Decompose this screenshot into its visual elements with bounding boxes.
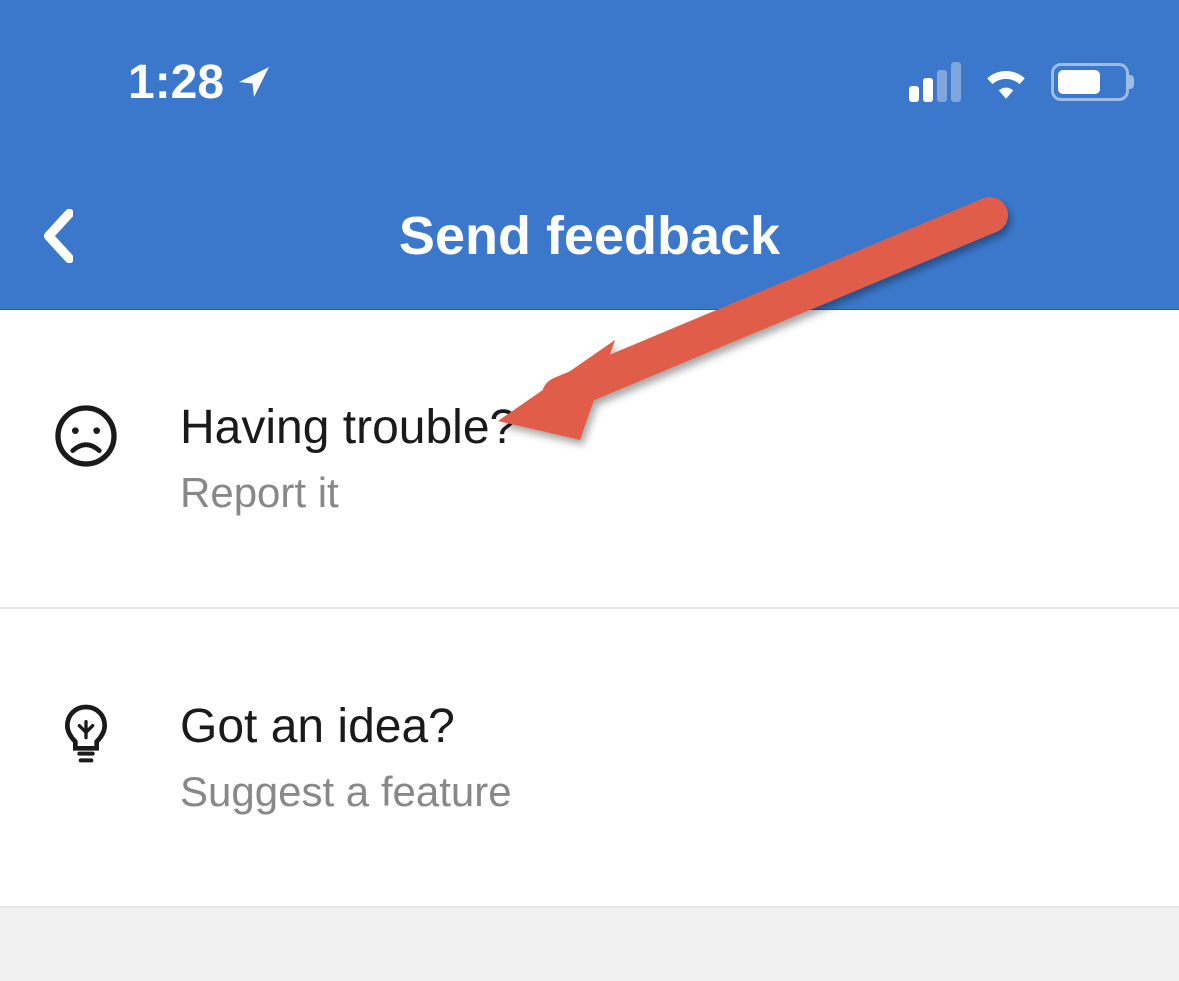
location-arrow-icon [236,64,272,100]
wifi-icon [981,61,1031,104]
back-button[interactable] [38,201,78,271]
page-title: Send feedback [399,205,780,267]
status-bar: 1:28 [0,62,1179,102]
status-bar-left: 1:28 [128,55,272,110]
app-header: 1:28 [0,0,1179,310]
option-subtitle: Suggest a feature [180,768,512,816]
sad-face-icon [54,404,118,468]
report-trouble-option[interactable]: Having trouble? Report it [0,310,1179,609]
cellular-signal-icon [909,62,961,102]
status-bar-right [909,61,1129,104]
status-time: 1:28 [128,55,224,110]
option-title: Having trouble? [180,400,516,455]
chevron-left-icon [43,209,73,263]
nav-bar: Send feedback [0,205,1179,267]
option-title: Got an idea? [180,699,512,754]
content-area: Having trouble? Report it Got an idea? S… [0,310,1179,908]
suggest-feature-text: Got an idea? Suggest a feature [180,699,512,816]
report-trouble-text: Having trouble? Report it [180,400,516,517]
lightbulb-icon [54,703,118,767]
suggest-feature-option[interactable]: Got an idea? Suggest a feature [0,609,1179,908]
battery-icon [1051,63,1129,101]
option-subtitle: Report it [180,469,516,517]
